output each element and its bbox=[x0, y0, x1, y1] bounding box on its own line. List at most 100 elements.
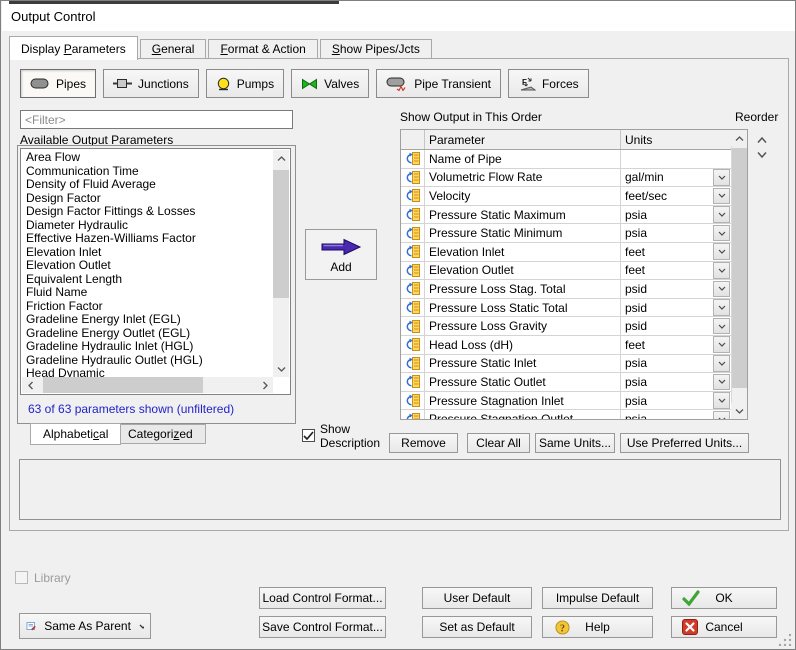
units-cell[interactable]: feet/sec bbox=[621, 187, 731, 205]
forces-button[interactable]: F Forces bbox=[507, 69, 589, 98]
tab-display-parameters[interactable]: Display Parameters bbox=[9, 36, 138, 60]
units-cell[interactable] bbox=[621, 150, 731, 168]
parameter-cell[interactable]: Pressure Loss Stag. Total bbox=[425, 280, 621, 298]
table-vertical-scrollbar[interactable] bbox=[731, 130, 747, 419]
available-parameters-list[interactable]: Area Flow Communication Time Density of … bbox=[20, 148, 291, 395]
table-row[interactable]: Pressure Static Minimum psia bbox=[401, 224, 731, 243]
list-item[interactable]: Effective Hazen-Williams Factor bbox=[22, 231, 273, 246]
row-reorder-icon[interactable] bbox=[401, 373, 425, 391]
list-item[interactable]: Density of Fluid Average bbox=[22, 177, 273, 192]
table-row[interactable]: Pressure Loss Stag. Total psid bbox=[401, 280, 731, 299]
table-row[interactable]: Pressure Static Inlet psia bbox=[401, 354, 731, 374]
parameter-column-header[interactable]: Parameter bbox=[425, 130, 621, 149]
ok-button[interactable]: OK bbox=[671, 587, 777, 609]
resize-grip[interactable] bbox=[778, 632, 792, 646]
parameter-cell[interactable]: Pressure Stagnation Outlet bbox=[425, 410, 621, 419]
pipe-transient-button[interactable]: Pipe Transient bbox=[376, 69, 501, 98]
scroll-up-arrow[interactable] bbox=[273, 150, 289, 166]
list-item[interactable]: Design Factor Fittings & Losses bbox=[22, 204, 273, 219]
tab-format-action[interactable]: Format & Action bbox=[208, 39, 318, 59]
list-item[interactable]: Communication Time bbox=[22, 164, 273, 179]
reorder-up-button[interactable] bbox=[756, 133, 768, 147]
units-cell[interactable]: gal/min bbox=[621, 169, 731, 187]
row-reorder-icon[interactable] bbox=[401, 317, 425, 335]
row-reorder-icon[interactable] bbox=[401, 205, 425, 224]
units-dropdown[interactable] bbox=[713, 280, 730, 298]
list-item[interactable]: Head Dynamic bbox=[22, 366, 273, 377]
row-reorder-icon[interactable] bbox=[401, 224, 425, 242]
parameter-cell[interactable]: Elevation Outlet bbox=[425, 261, 621, 280]
pipes-button[interactable]: Pipes bbox=[20, 69, 97, 98]
parameter-cell[interactable]: Name of Pipe bbox=[425, 150, 621, 168]
units-cell[interactable]: psid bbox=[621, 317, 731, 335]
units-dropdown[interactable] bbox=[713, 355, 730, 372]
tab-alphabetical[interactable]: Alphabetical bbox=[30, 423, 122, 445]
units-dropdown[interactable] bbox=[713, 373, 730, 391]
row-reorder-icon[interactable] bbox=[401, 242, 425, 261]
units-dropdown[interactable] bbox=[713, 206, 730, 223]
list-item[interactable]: Friction Factor bbox=[22, 299, 273, 314]
show-description-checkbox[interactable] bbox=[302, 429, 315, 442]
table-row[interactable]: Velocity feet/sec bbox=[401, 187, 731, 206]
parameter-cell[interactable]: Velocity bbox=[425, 187, 621, 205]
save-control-format-button[interactable]: Save Control Format... bbox=[259, 616, 386, 638]
parameter-cell[interactable]: Elevation Inlet bbox=[425, 242, 621, 261]
scroll-down-arrow[interactable] bbox=[273, 361, 289, 377]
list-vertical-scrollbar[interactable] bbox=[273, 150, 289, 377]
row-reorder-icon[interactable] bbox=[401, 168, 425, 187]
list-item[interactable]: Diameter Hydraulic bbox=[22, 218, 273, 233]
junctions-button[interactable]: Junctions bbox=[103, 69, 199, 98]
units-dropdown[interactable] bbox=[713, 336, 730, 353]
add-button[interactable]: Add bbox=[305, 229, 377, 280]
reorder-down-button[interactable] bbox=[756, 148, 768, 162]
list-horizontal-scrollbar[interactable] bbox=[22, 377, 273, 393]
table-row[interactable]: Name of Pipe bbox=[401, 150, 731, 169]
row-reorder-icon[interactable] bbox=[401, 187, 425, 205]
units-cell[interactable]: feet bbox=[621, 336, 731, 354]
parameter-cell[interactable]: Head Loss (dH) bbox=[425, 335, 621, 354]
table-row[interactable]: Volumetric Flow Rate gal/min bbox=[401, 168, 731, 188]
units-cell[interactable]: psia bbox=[621, 410, 731, 419]
list-item[interactable]: Gradeline Energy Outlet (EGL) bbox=[22, 326, 273, 341]
scroll-thumb[interactable] bbox=[732, 148, 747, 388]
remove-button[interactable]: Remove bbox=[389, 433, 458, 453]
units-cell[interactable]: psia bbox=[621, 373, 731, 391]
scroll-down-arrow[interactable] bbox=[731, 403, 747, 419]
units-cell[interactable]: psid bbox=[621, 280, 731, 298]
parameter-cell[interactable]: Pressure Static Minimum bbox=[425, 224, 621, 242]
load-control-format-button[interactable]: Load Control Format... bbox=[259, 587, 386, 609]
user-default-button[interactable]: User Default bbox=[422, 587, 532, 609]
units-column-header[interactable]: Units bbox=[621, 130, 731, 149]
help-button[interactable]: ? Help bbox=[542, 616, 653, 638]
list-item[interactable]: Equivalent Length bbox=[22, 272, 273, 287]
scroll-right-arrow[interactable] bbox=[257, 377, 273, 393]
tab-show-pipes-jcts[interactable]: Show Pipes/Jcts bbox=[319, 39, 432, 59]
scroll-thumb[interactable] bbox=[273, 170, 289, 298]
table-row[interactable]: Pressure Static Maximum psia bbox=[401, 205, 731, 225]
units-cell[interactable]: psid bbox=[621, 299, 731, 317]
parameter-cell[interactable]: Pressure Static Maximum bbox=[425, 205, 621, 224]
units-dropdown[interactable] bbox=[713, 187, 730, 205]
row-reorder-icon[interactable] bbox=[401, 150, 425, 168]
row-reorder-icon[interactable] bbox=[401, 391, 425, 410]
scroll-up-arrow[interactable] bbox=[731, 130, 747, 146]
list-item[interactable]: Gradeline Hydraulic Inlet (HGL) bbox=[22, 339, 273, 354]
units-cell[interactable]: psia bbox=[621, 206, 731, 224]
same-units-button[interactable]: Same Units... bbox=[535, 433, 615, 453]
pumps-button[interactable]: Pumps bbox=[205, 69, 285, 98]
set-as-default-button[interactable]: Set as Default bbox=[422, 616, 532, 638]
clear-all-button[interactable]: Clear All bbox=[467, 433, 530, 453]
scroll-left-arrow[interactable] bbox=[22, 377, 38, 393]
parameter-cell[interactable]: Volumetric Flow Rate bbox=[425, 168, 621, 187]
same-as-parent-dropdown[interactable]: Same As Parent bbox=[19, 613, 151, 639]
row-reorder-icon[interactable] bbox=[401, 261, 425, 280]
table-row[interactable]: Pressure Loss Static Total psid bbox=[401, 298, 731, 318]
units-cell[interactable]: psia bbox=[621, 392, 731, 410]
table-row[interactable]: Pressure Static Outlet psia bbox=[401, 373, 731, 392]
list-item[interactable]: Area Flow bbox=[22, 150, 273, 165]
table-row[interactable]: Elevation Inlet feet bbox=[401, 242, 731, 262]
list-item[interactable]: Elevation Inlet bbox=[22, 245, 273, 260]
units-dropdown[interactable] bbox=[713, 317, 730, 335]
units-cell[interactable]: psia bbox=[621, 224, 731, 242]
units-dropdown[interactable] bbox=[713, 262, 730, 279]
